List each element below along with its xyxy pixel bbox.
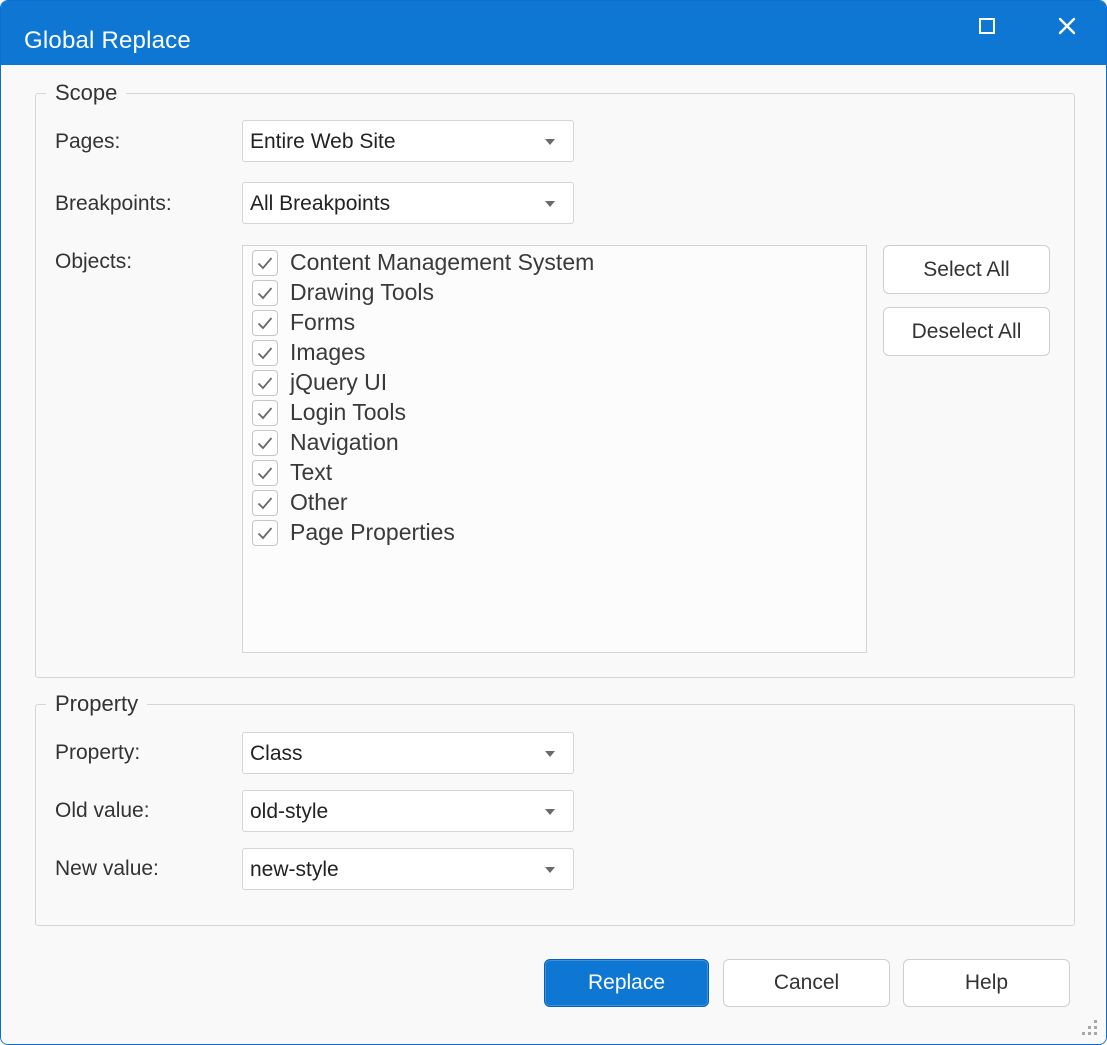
checkmark-icon <box>257 497 273 510</box>
resize-grip-icon[interactable] <box>1080 1018 1098 1036</box>
objects-list[interactable]: Content Management System Drawing Tools … <box>242 245 867 653</box>
pages-label: Pages: <box>55 130 121 153</box>
checkbox[interactable] <box>252 490 278 516</box>
maximize-button[interactable] <box>957 3 1017 49</box>
old-value-label: Old value: <box>55 799 150 822</box>
checkbox[interactable] <box>252 520 278 546</box>
checkmark-icon <box>257 467 273 480</box>
checkbox[interactable] <box>252 250 278 276</box>
list-item-label: Login Tools <box>290 399 406 425</box>
close-icon <box>1058 17 1076 35</box>
old-value-combobox[interactable]: old-style <box>242 790 574 832</box>
pages-dropdown[interactable]: Entire Web Site <box>242 120 574 162</box>
chevron-down-icon <box>545 809 555 815</box>
checkbox[interactable] <box>252 340 278 366</box>
deselect-all-button[interactable]: Deselect All <box>883 307 1050 356</box>
checkbox[interactable] <box>252 430 278 456</box>
objects-label: Objects: <box>55 250 133 273</box>
property-label: Property: <box>55 741 141 764</box>
list-item[interactable]: Page Properties <box>252 517 852 547</box>
list-item[interactable]: Other <box>252 487 852 517</box>
close-button[interactable] <box>1037 3 1097 49</box>
list-item-label: Page Properties <box>290 519 455 545</box>
checkbox[interactable] <box>252 460 278 486</box>
list-item[interactable]: Text <box>252 457 852 487</box>
property-value: Class <box>250 742 303 765</box>
chevron-down-icon <box>545 751 555 757</box>
pages-value: Entire Web Site <box>250 130 396 153</box>
checkmark-icon <box>257 257 273 270</box>
checkmark-icon <box>257 317 273 330</box>
checkbox[interactable] <box>252 280 278 306</box>
new-value-label: New value: <box>55 857 159 880</box>
window-title: Global Replace <box>24 27 191 54</box>
global-replace-dialog: Global Replace Scope Pages: Entire Web S… <box>0 0 1107 1045</box>
list-item-label: Forms <box>290 309 356 335</box>
chevron-down-icon <box>545 867 555 873</box>
chevron-down-icon <box>545 139 555 145</box>
list-item-label: Content Management System <box>290 249 595 275</box>
checkmark-icon <box>257 377 273 390</box>
checkmark-icon <box>257 347 273 360</box>
help-button[interactable]: Help <box>903 959 1070 1007</box>
checkbox[interactable] <box>252 370 278 396</box>
checkmark-icon <box>257 527 273 540</box>
list-item[interactable]: Login Tools <box>252 397 852 427</box>
breakpoints-label: Breakpoints: <box>55 192 172 215</box>
list-item-label: Other <box>290 489 348 515</box>
old-value-text: old-style <box>250 800 329 823</box>
checkmark-icon <box>257 437 273 450</box>
title-bar: Global Replace <box>1 1 1106 65</box>
property-dropdown[interactable]: Class <box>242 732 574 774</box>
breakpoints-value: All Breakpoints <box>250 192 391 215</box>
chevron-down-icon <box>545 201 555 207</box>
checkmark-icon <box>257 407 273 420</box>
list-item-label: Images <box>290 339 366 365</box>
replace-button[interactable]: Replace <box>544 959 709 1007</box>
list-item-label: Navigation <box>290 429 399 455</box>
list-item[interactable]: jQuery UI <box>252 367 852 397</box>
list-item-label: Text <box>290 459 333 485</box>
cancel-button[interactable]: Cancel <box>723 959 890 1007</box>
list-item[interactable]: Forms <box>252 307 852 337</box>
property-legend: Property <box>46 691 148 717</box>
list-item-label: jQuery UI <box>290 369 388 395</box>
list-item[interactable]: Drawing Tools <box>252 277 852 307</box>
list-item[interactable]: Images <box>252 337 852 367</box>
breakpoints-dropdown[interactable]: All Breakpoints <box>242 182 574 224</box>
maximize-icon <box>979 18 995 34</box>
select-all-button[interactable]: Select All <box>883 245 1050 294</box>
checkmark-icon <box>257 287 273 300</box>
dialog-content: Scope Pages: Entire Web Site Breakpoints… <box>1 65 1106 1044</box>
list-item-label: Drawing Tools <box>290 279 435 305</box>
checkbox[interactable] <box>252 310 278 336</box>
scope-legend: Scope <box>46 80 127 106</box>
new-value-text: new-style <box>250 858 339 881</box>
new-value-combobox[interactable]: new-style <box>242 848 574 890</box>
list-item[interactable]: Content Management System <box>252 247 852 277</box>
checkbox[interactable] <box>252 400 278 426</box>
list-item[interactable]: Navigation <box>252 427 852 457</box>
